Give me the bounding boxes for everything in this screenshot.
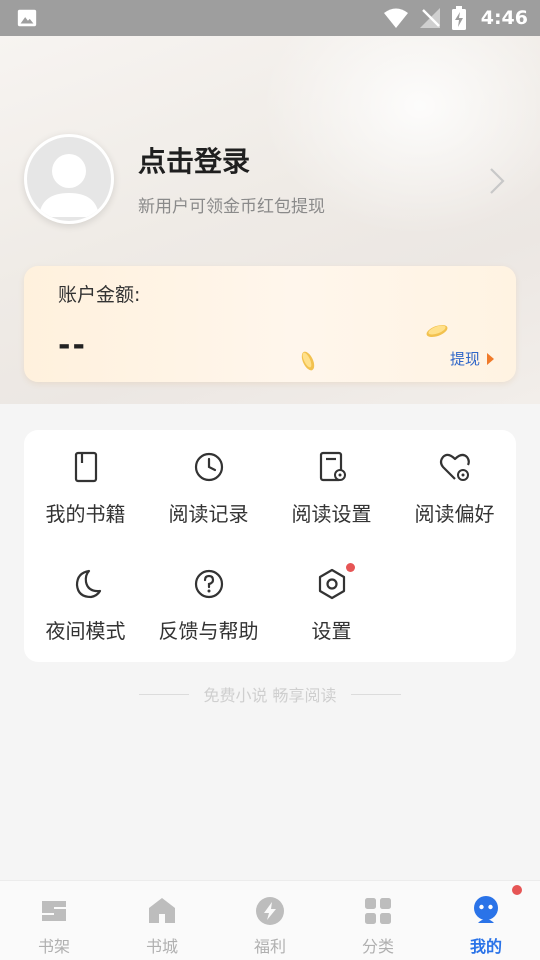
clock-icon (194, 452, 223, 482)
help-icon (194, 569, 223, 599)
profile-header: 点击登录 新用户可领金币红包提现 账户金额: -- 提现 (0, 36, 540, 404)
nav-tab-bookshelf[interactable]: 书架 (0, 881, 108, 960)
gold-coin-icon (301, 351, 315, 371)
divider (139, 693, 190, 695)
default-avatar-icon (39, 154, 99, 217)
nav-tab-bookstore[interactable]: 书城 (108, 881, 216, 960)
menu-item-reading-settings[interactable]: 阅读设置 (270, 430, 393, 530)
divider (350, 693, 401, 695)
bolt-icon (256, 897, 284, 925)
battery-charging-icon (451, 6, 466, 30)
feature-menu: 我的书籍 阅读记录 阅读设置 阅读偏好 夜间模式 反馈与帮助 设置 (24, 430, 516, 662)
home-icon (149, 898, 175, 923)
withdraw-button[interactable]: 提现 (450, 348, 494, 369)
caret-right-icon (487, 352, 494, 365)
reading-settings-icon (319, 451, 346, 482)
login-subtitle: 新用户可领金币红包提现 (138, 197, 325, 217)
login-title[interactable]: 点击登录 (138, 140, 250, 180)
account-balance-card: 账户金额: -- 提现 (24, 266, 516, 382)
withdraw-label: 提现 (449, 350, 480, 368)
menu-item-reading-preference[interactable]: 阅读偏好 (393, 430, 516, 530)
menu-item-my-books[interactable]: 我的书籍 (24, 430, 147, 530)
status-bar: 4:46 (0, 0, 540, 36)
menu-item-feedback-help[interactable]: 反馈与帮助 (147, 547, 270, 647)
settings-hex-icon (318, 568, 345, 600)
nav-tab-welfare[interactable]: 福利 (216, 881, 324, 960)
menu-item-night-mode[interactable]: 夜间模式 (24, 547, 147, 647)
book-icon (74, 451, 97, 483)
tagline: 免费小说 畅享阅读 (0, 682, 540, 706)
grid-icon (365, 898, 391, 924)
account-amount: -- (58, 328, 87, 363)
chevron-right-icon[interactable] (486, 166, 508, 196)
avatar[interactable] (24, 134, 114, 224)
bottom-navigation: 书架 书城 福利 分类 我的 (0, 880, 540, 960)
nav-tab-category[interactable]: 分类 (324, 881, 432, 960)
bookshelf-icon (42, 901, 66, 921)
gold-coin-icon (426, 324, 448, 338)
wifi-icon (383, 8, 408, 28)
no-signal-icon (419, 8, 440, 28)
menu-item-settings[interactable]: 设置 (270, 547, 393, 647)
settings-badge (345, 563, 355, 572)
nav-tab-mine[interactable]: 我的 (432, 881, 540, 960)
tagline-text: 免费小说 畅享阅读 (203, 686, 337, 705)
heart-settings-icon (439, 453, 470, 481)
image-notification-icon (17, 9, 37, 27)
profile-face-icon (474, 896, 498, 923)
moon-icon (75, 569, 101, 599)
account-label: 账户金额: (58, 284, 141, 306)
status-time: 4:46 (480, 7, 528, 29)
menu-item-reading-history[interactable]: 阅读记录 (147, 430, 270, 530)
mine-badge (512, 885, 522, 895)
